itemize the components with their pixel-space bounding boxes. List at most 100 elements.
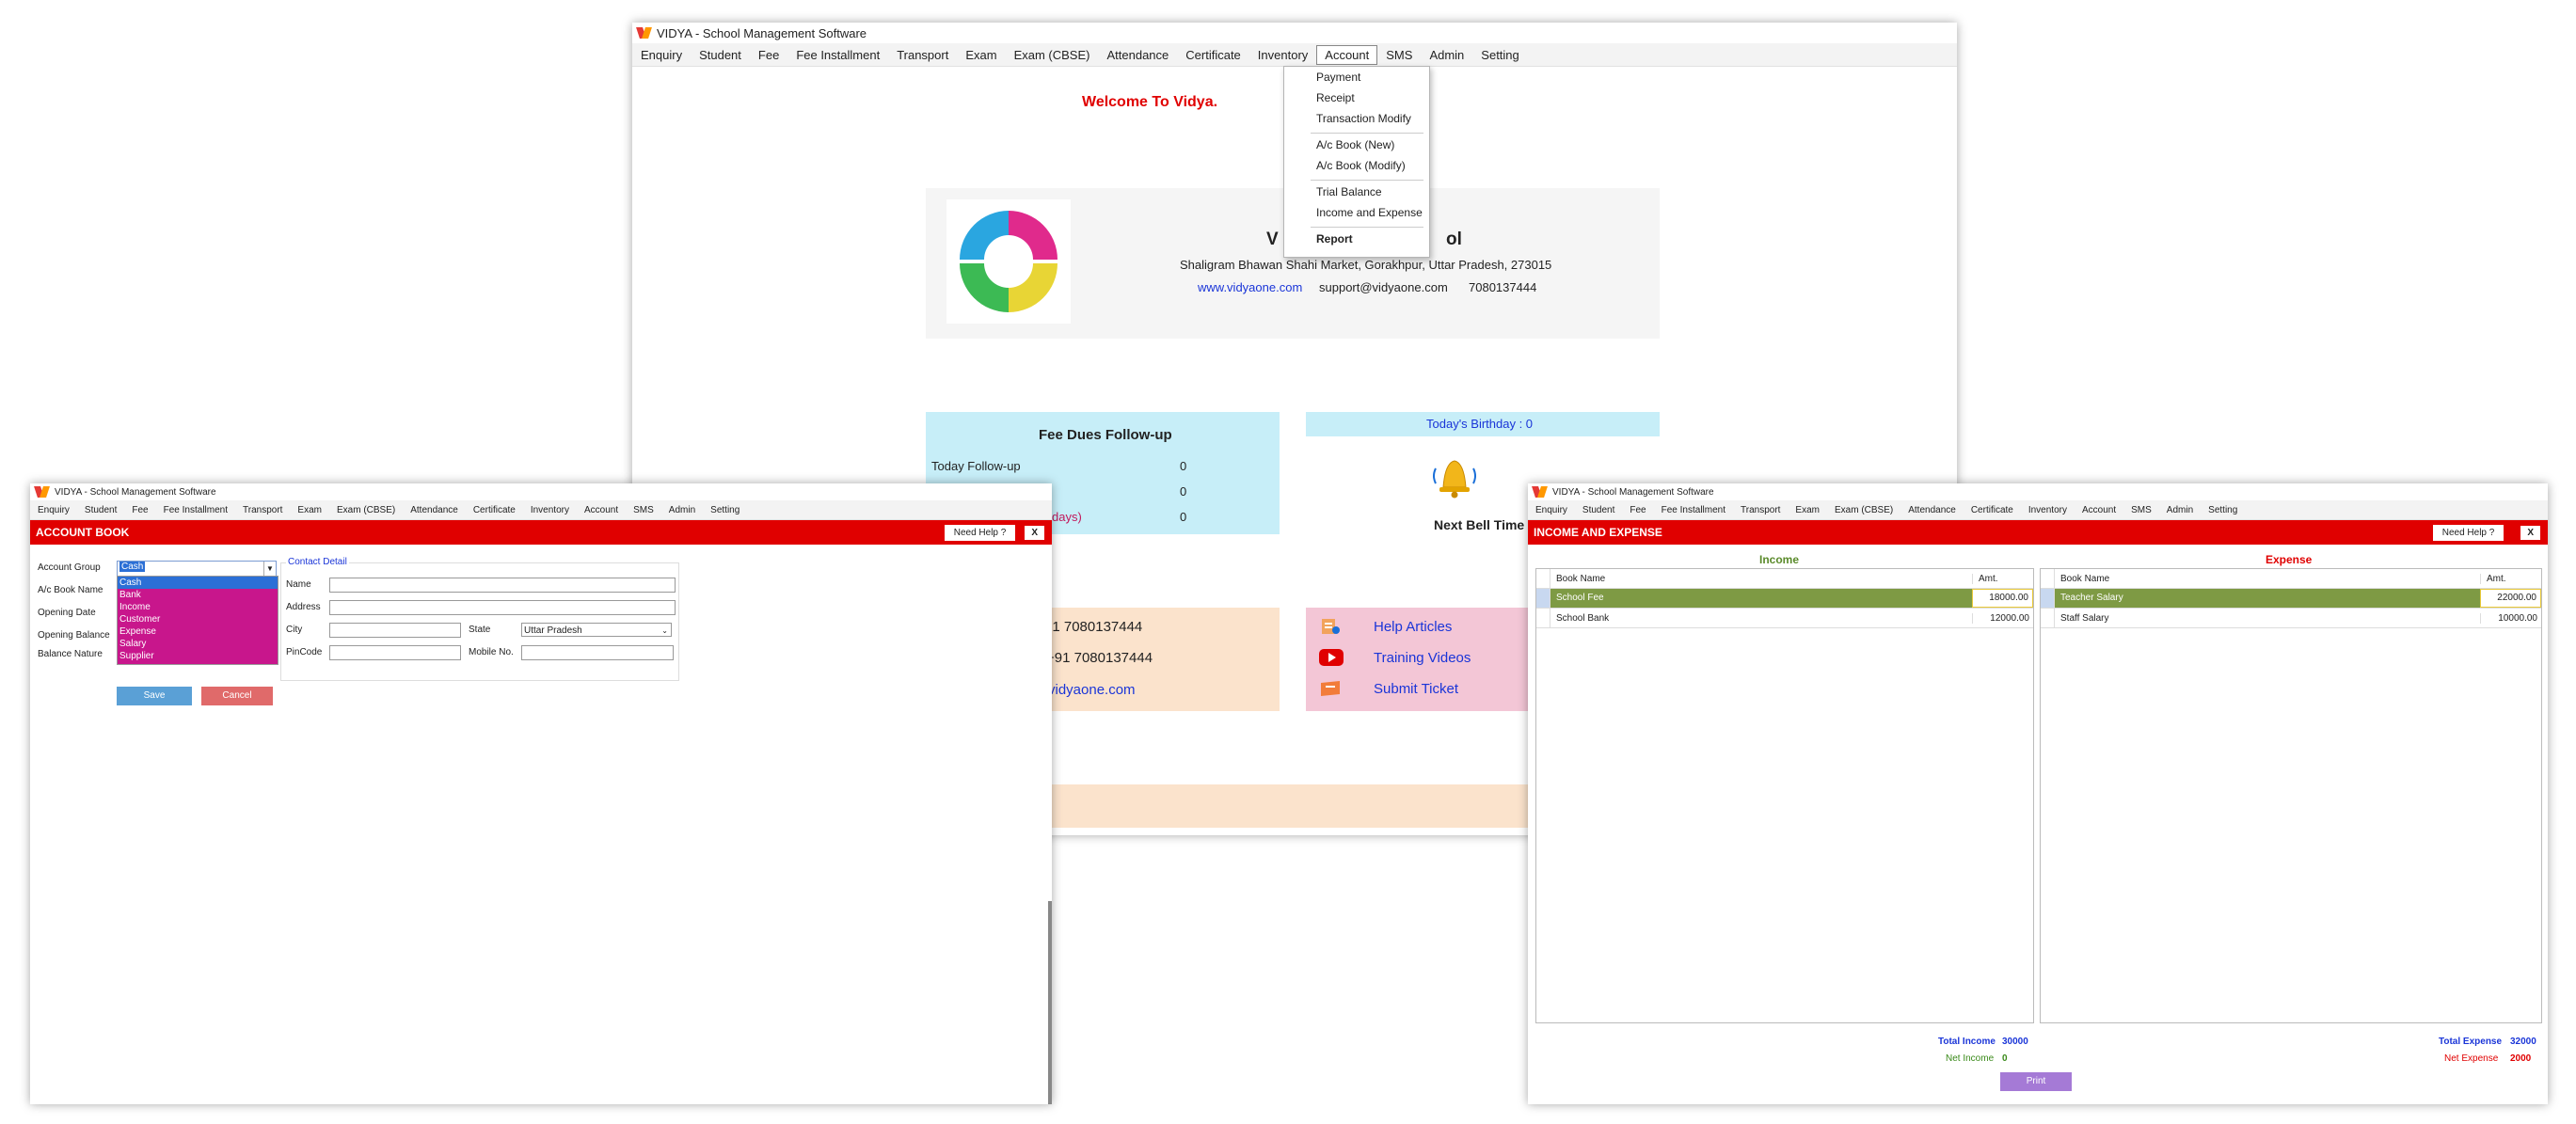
dropdown-option-bank[interactable]: Bank [118, 589, 278, 601]
menu-item-ac-book-modify[interactable]: A/c Book (Modify) [1316, 159, 1406, 172]
close-button[interactable]: X [1025, 525, 1044, 540]
expense-row[interactable]: Staff Salary 10000.00 [2041, 609, 2541, 628]
chevron-down-icon[interactable]: ▼ [263, 562, 276, 576]
menu-inventory[interactable]: Inventory [2021, 505, 2075, 515]
menu-fee[interactable]: Fee [1622, 505, 1653, 515]
menu-account[interactable]: Account [577, 505, 626, 515]
pincode-field[interactable] [329, 645, 461, 660]
menu-admin[interactable]: Admin [1421, 48, 1472, 62]
menu-student[interactable]: Student [1575, 505, 1622, 515]
mobile-field[interactable] [521, 645, 674, 660]
school-website-link[interactable]: www.vidyaone.com [1198, 280, 1302, 294]
income-row[interactable]: School Bank 12000.00 [1536, 609, 2033, 628]
followup-row-value[interactable]: 0 [1180, 459, 1186, 473]
menu-fee-installment[interactable]: Fee Installment [156, 505, 235, 515]
menu-enquiry[interactable]: Enquiry [1528, 505, 1575, 515]
menu-inventory[interactable]: Inventory [1249, 48, 1316, 62]
menu-enquiry[interactable]: Enquiry [30, 505, 77, 515]
menu-attendance[interactable]: Attendance [1098, 48, 1177, 62]
scrollbar[interactable] [1048, 901, 1052, 1104]
menu-transport[interactable]: Transport [888, 48, 957, 62]
net-expense-value: 2000 [2510, 1053, 2532, 1064]
menu-admin[interactable]: Admin [661, 505, 703, 515]
menu-transport[interactable]: Transport [1733, 505, 1788, 515]
balance-nature-label: Balance Nature [38, 649, 103, 659]
menu-setting[interactable]: Setting [1472, 48, 1527, 62]
menu-fee-installment[interactable]: Fee Installment [787, 48, 888, 62]
dropdown-option-income[interactable]: Income [118, 601, 278, 613]
name-field[interactable] [329, 578, 676, 593]
menu-setting[interactable]: Setting [2201, 505, 2245, 515]
vidya-logo-icon [638, 27, 651, 39]
save-button[interactable]: Save [117, 687, 192, 705]
menu-item-receipt[interactable]: Receipt [1316, 91, 1355, 104]
menu-fee[interactable]: Fee [750, 48, 787, 62]
address-label: Address [286, 602, 321, 612]
close-button[interactable]: X [2520, 525, 2540, 540]
followup-row-value[interactable]: 0 [1180, 510, 1186, 524]
menu-account[interactable]: Account [1316, 44, 1378, 65]
followup-row-value[interactable]: 0 [1180, 484, 1186, 499]
training-videos-link[interactable]: Training Videos [1374, 650, 1471, 666]
account-group-select[interactable]: Cash ▼ [117, 561, 277, 577]
dropdown-option-customer[interactable]: Customer [118, 613, 278, 625]
menu-certificate[interactable]: Certificate [1177, 48, 1249, 62]
menu-exam[interactable]: Exam [290, 505, 329, 515]
cancel-button[interactable]: Cancel [201, 687, 273, 705]
menu-sms[interactable]: SMS [2123, 505, 2159, 515]
menu-exam-cbse[interactable]: Exam (CBSE) [329, 505, 403, 515]
dropdown-option-cash[interactable]: Cash [118, 577, 278, 589]
income-expense-title: INCOME AND EXPENSE [1534, 526, 1662, 539]
menu-exam-cbse[interactable]: Exam (CBSE) [1827, 505, 1900, 515]
menu-item-report[interactable]: Report [1316, 232, 1353, 245]
menu-exam-cbse[interactable]: Exam (CBSE) [1006, 48, 1099, 62]
address-field[interactable] [329, 600, 676, 615]
menu-account[interactable]: Account [2075, 505, 2123, 515]
menu-transport[interactable]: Transport [235, 505, 290, 515]
income-expense-window: VIDYA - School Management Software Enqui… [1528, 483, 2548, 1104]
income-row[interactable]: School Fee 18000.00 [1536, 589, 2033, 609]
menu-student[interactable]: Student [77, 505, 124, 515]
menu-sms[interactable]: SMS [1377, 48, 1421, 62]
menu-admin[interactable]: Admin [2159, 505, 2201, 515]
menu-item-payment[interactable]: Payment [1316, 71, 1360, 84]
expense-row[interactable]: Teacher Salary 22000.00 [2041, 589, 2541, 609]
chevron-down-icon[interactable]: ⌄ [661, 624, 668, 638]
dropdown-option-supplier[interactable]: Supplier [118, 650, 278, 662]
menu-sms[interactable]: SMS [626, 505, 661, 515]
expense-row-amt[interactable]: 22000.00 [2480, 589, 2541, 608]
menu-item-transaction-modify[interactable]: Transaction Modify [1316, 112, 1411, 125]
menu-exam[interactable]: Exam [1788, 505, 1827, 515]
dropdown-option-salary[interactable]: Salary [118, 638, 278, 650]
menu-setting[interactable]: Setting [703, 505, 747, 515]
school-phone: 7080137444 [1469, 280, 1537, 294]
menu-certificate[interactable]: Certificate [1964, 505, 2021, 515]
menu-attendance[interactable]: Attendance [1900, 505, 1964, 515]
contact-website[interactable]: vidyaone.com [1048, 682, 1136, 698]
menu-exam[interactable]: Exam [957, 48, 1005, 62]
print-button[interactable]: Print [2000, 1072, 2072, 1091]
need-help-button[interactable]: Need Help ? [2432, 524, 2504, 541]
menu-certificate[interactable]: Certificate [466, 505, 523, 515]
menu-item-trial-balance[interactable]: Trial Balance [1316, 185, 1382, 198]
total-expense-label: Total Expense [2439, 1037, 2503, 1047]
state-select[interactable]: Uttar Pradesh ⌄ [521, 623, 672, 637]
dropdown-option-expense[interactable]: Expense [118, 625, 278, 638]
income-row-amt[interactable]: 18000.00 [1972, 589, 2033, 608]
menu-item-ac-book-new[interactable]: A/c Book (New) [1316, 138, 1394, 151]
submit-ticket-link[interactable]: Submit Ticket [1374, 681, 1458, 697]
menu-fee-installment[interactable]: Fee Installment [1654, 505, 1733, 515]
account-group-dropdown-list: Cash Bank Income Customer Expense Salary… [117, 576, 278, 665]
menu-enquiry[interactable]: Enquiry [632, 48, 691, 62]
menu-student[interactable]: Student [691, 48, 750, 62]
menu-attendance[interactable]: Attendance [403, 505, 466, 515]
menu-inventory[interactable]: Inventory [523, 505, 577, 515]
income-row-amt: 12000.00 [1990, 612, 2029, 624]
help-articles-link[interactable]: Help Articles [1374, 619, 1452, 635]
need-help-button[interactable]: Need Help ? [944, 524, 1016, 541]
city-field[interactable] [329, 623, 461, 638]
menu-item-income-expense[interactable]: Income and Expense [1316, 206, 1423, 219]
menu-fee[interactable]: Fee [124, 505, 155, 515]
vidya-logo-icon [36, 486, 49, 498]
birthday-text[interactable]: Today's Birthday : 0 [1426, 417, 1533, 431]
